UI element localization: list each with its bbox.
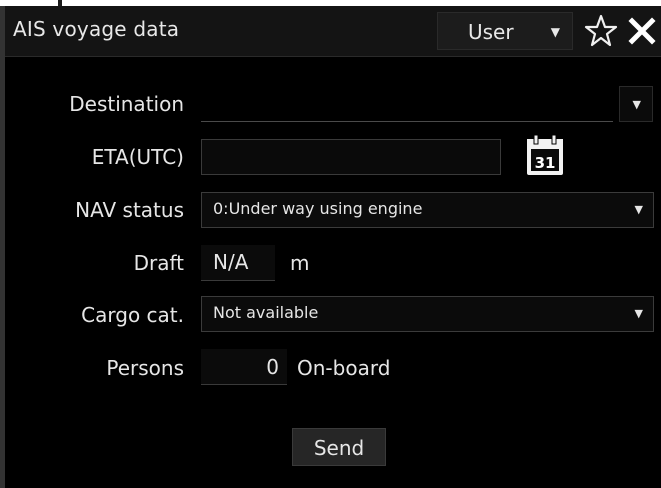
destination-input[interactable] [201,86,613,122]
chevron-down-icon: ▼ [634,307,643,320]
draft-unit: m [290,251,310,275]
persons-unit: On-board [297,356,391,380]
calendar-day: 31 [534,154,556,172]
destination-dropdown-button[interactable]: ▼ [619,86,653,122]
send-button[interactable]: Send [292,428,386,466]
calendar-button[interactable]: 31 [523,133,567,179]
user-dropdown[interactable]: User ▼ [437,12,573,50]
persons-value: 0 [266,355,279,379]
ais-voyage-window: AIS voyage data User ▼ Destination ▼ ETA… [0,6,661,488]
close-button[interactable] [625,13,659,49]
eta-label: ETA(UTC) [91,145,184,169]
nav-status-label: NAV status [75,198,184,222]
send-button-label: Send [313,436,365,460]
user-dropdown-label: User [468,20,514,44]
draft-value: N/A [213,250,249,274]
star-outline-icon [584,14,618,47]
title-bar: AIS voyage data User ▼ [5,6,661,57]
star-button[interactable] [583,13,619,49]
chevron-down-icon: ▼ [634,203,643,216]
cargo-cat-value: Not available [213,303,319,322]
close-icon [628,17,656,45]
draft-input[interactable]: N/A [201,245,275,281]
destination-label: Destination [69,92,184,116]
eta-input[interactable] [201,139,501,175]
persons-label: Persons [106,356,184,380]
cargo-cat-dropdown[interactable]: Not available ▼ [201,296,654,332]
window-title: AIS voyage data [13,17,180,41]
draft-label: Draft [133,251,184,275]
cargo-cat-label: Cargo cat. [81,303,184,327]
nav-status-value: 0:Under way using engine [213,199,423,218]
nav-status-dropdown[interactable]: 0:Under way using engine ▼ [201,192,654,228]
chevron-down-icon: ▼ [632,98,641,111]
chevron-down-icon: ▼ [550,25,560,39]
persons-input[interactable]: 0 [201,349,287,385]
